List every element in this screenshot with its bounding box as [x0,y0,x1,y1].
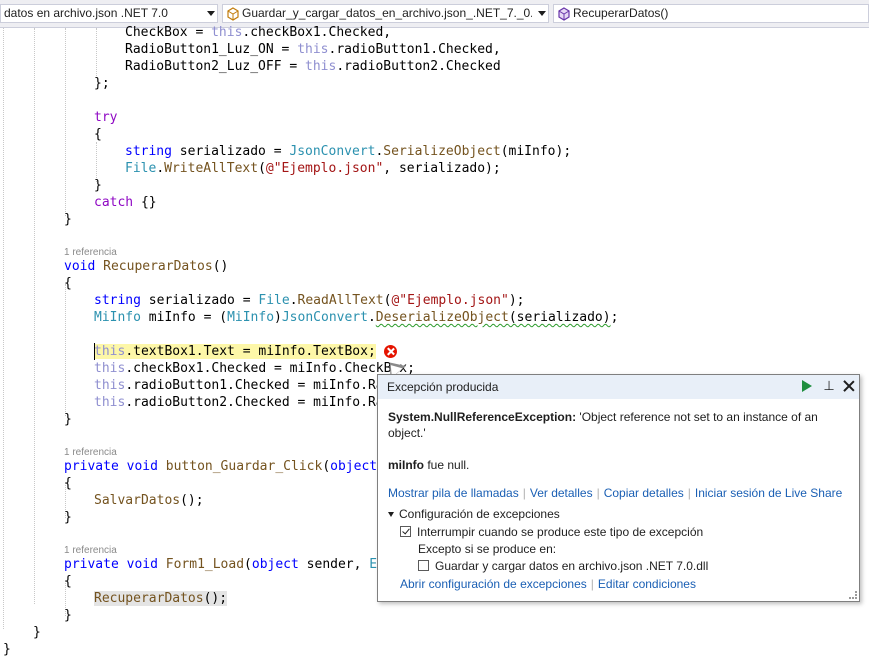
code-line: this.radioButton1.Checked = miInfo.Ra [94,378,384,393]
code-line: }; [94,76,110,91]
class-icon [227,7,239,21]
live-share-link[interactable]: Iniciar sesión de Live Share [695,486,842,500]
code-line: } [64,608,72,623]
indent-guide [3,28,4,629]
error-icon[interactable] [384,345,397,358]
code-line: string serializado = File.ReadAllText(@"… [94,293,525,308]
code-line: string serializado = JsonConvert.Seriali… [125,144,572,159]
module-exception-checkbox[interactable] [418,560,429,571]
popup-title: Excepción producida [387,380,499,394]
chevron-down-icon [207,11,215,16]
code-line: { [64,276,72,291]
code-line: CheckBox = this.checkBox1.Checked, [125,25,392,40]
code-line: SalvarDatos(); [94,493,204,508]
indent-guide [34,28,35,604]
resize-grip-icon[interactable] [849,591,857,599]
code-line: { [64,574,72,589]
code-line: } [64,212,72,227]
class-dropdown-label: Guardar_y_cargar_datos_en_archivo.json_.… [242,6,532,20]
code-line: } [3,642,11,657]
code-line: this.checkBox1.Checked = miInfo.CheckBox… [94,361,415,376]
indent-guide [96,28,97,78]
indent-guide [96,142,97,182]
text-cursor [94,343,95,360]
pin-icon[interactable]: ⊥ [821,378,837,394]
null-variable-name: miInfo [388,458,424,472]
continue-play-icon[interactable] [799,378,815,394]
module-exception-label: Guardar y cargar datos en archivo.json .… [435,559,709,573]
edit-conditions-link[interactable]: Editar condiciones [598,577,696,591]
close-icon[interactable] [841,378,857,394]
break-on-exception-row[interactable]: Interrumpir cuando se produce este tipo … [400,524,703,540]
code-line: } [64,412,72,427]
current-statement-line: this.textBox1.Text = miInfo.TextBox; [94,344,376,359]
module-exception-row[interactable]: Guardar y cargar datos en archivo.json .… [418,558,708,574]
code-line: try [94,110,118,125]
code-line: MiInfo miInfo = (MiInfo)JsonConvert.Dese… [94,310,619,325]
code-line: void RecuperarDatos() [64,259,229,274]
code-line: this.radioButton2.Checked = miInfo.Ra [94,395,384,410]
exception-message: System.NullReferenceException: 'Object r… [388,409,828,441]
show-call-stack-link[interactable]: Mostrar pila de llamadas [388,486,519,500]
member-dropdown[interactable]: RecuperarDatos() [553,4,869,23]
exception-settings-section[interactable]: Configuración de excepciones [388,506,560,522]
except-label: Excepto si se produce en: [418,542,557,556]
popup-titlebar: Excepción producida ⊥ [378,375,859,399]
open-exception-settings-link[interactable]: Abrir configuración de excepciones [400,577,587,591]
project-dropdown[interactable]: datos en archivo.json .NET 7.0 [0,4,218,23]
settings-links: Abrir configuración de excepciones | Edita… [400,577,696,591]
project-dropdown-label: datos en archivo.json .NET 7.0 [4,6,168,20]
break-on-exception-checkbox[interactable] [400,526,411,537]
code-line: } [94,178,102,193]
member-dropdown-label: RecuperarDatos() [573,6,669,20]
code-line: } [33,625,41,640]
collapse-triangle-icon [388,512,394,518]
code-line: RadioButton2_Luz_OFF = this.radioButton2… [125,59,501,74]
class-dropdown[interactable]: Guardar_y_cargar_datos_en_archivo.json_.… [222,4,549,23]
action-links: Mostrar pila de llamadas | Ver detalles | Co… [388,486,843,500]
indent-guide [65,28,66,216]
null-variable-info: miInfo fue null. [388,458,470,472]
code-line: File.WriteAllText(@"Ejemplo.json", seria… [125,161,501,176]
method-icon [558,7,570,21]
chevron-down-icon [538,11,546,16]
exception-helper-popup: Excepción producida ⊥ System.NullReferen… [377,374,860,602]
code-line: RadioButton1_Luz_ON = this.radioButton1.… [125,42,501,57]
code-line: { [94,127,102,142]
code-line: } [64,510,72,525]
code-line: private void button_Guardar_Click(object [64,459,378,474]
view-details-link[interactable]: Ver detalles [530,486,593,500]
break-on-exception-label: Interrumpir cuando se produce este tipo … [417,525,704,539]
copy-details-link[interactable]: Copiar detalles [604,486,684,500]
code-line: { [64,476,72,491]
code-line: RecuperarDatos(); [94,591,228,606]
indent-guide [65,284,66,416]
exception-type: System.NullReferenceException: [388,410,577,424]
exception-settings-title: Configuración de excepciones [399,507,560,521]
code-line: catch {} [94,195,157,210]
code-line: private void Form1_Load(object sender, E… [64,557,385,572]
